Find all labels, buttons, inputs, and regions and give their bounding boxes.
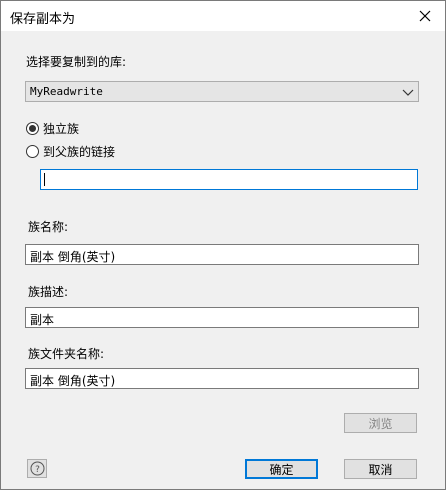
library-dropdown[interactable]: MyReadwrite — [25, 81, 419, 102]
radio-standalone-circle — [26, 122, 39, 135]
family-name-label: 族名称: — [28, 220, 69, 234]
title-bar: 保存副本为 — [1, 1, 445, 31]
library-dropdown-value: MyReadwrite — [30, 85, 103, 98]
radio-standalone-family[interactable]: 独立族 — [26, 120, 79, 137]
browse-button-label: 浏览 — [368, 416, 393, 431]
family-description-input[interactable]: 副本 — [25, 307, 419, 328]
svg-text:?: ? — [35, 465, 40, 475]
family-name-input[interactable]: 副本 倒角(英寸) — [25, 244, 419, 265]
close-button[interactable] — [405, 1, 445, 31]
radio-link-label: 到父族的链接 — [43, 145, 116, 159]
browse-button[interactable]: 浏览 — [344, 413, 417, 433]
ok-button[interactable]: 确定 — [245, 459, 318, 479]
cancel-button-label: 取消 — [368, 462, 393, 477]
family-name-value: 副本 倒角(英寸) — [30, 250, 116, 264]
family-description-value: 副本 — [30, 313, 55, 327]
library-label: 选择要复制到的库: — [26, 55, 127, 69]
family-description-label: 族描述: — [28, 285, 69, 299]
help-icon: ? — [30, 461, 44, 476]
radio-selected-dot — [29, 125, 36, 132]
cancel-button[interactable]: 取消 — [344, 459, 417, 479]
help-button[interactable]: ? — [27, 459, 47, 478]
window-title: 保存副本为 — [10, 12, 76, 27]
save-copy-dialog: 保存副本为 选择要复制到的库: MyReadwrite 独立族 到父族的链接 族… — [0, 0, 446, 490]
chevron-down-icon — [402, 89, 414, 96]
parent-link-input[interactable] — [40, 169, 418, 190]
family-folder-name-label: 族文件夹名称: — [28, 347, 105, 361]
family-folder-name-value: 副本 倒角(英寸) — [30, 374, 116, 388]
radio-link-circle — [26, 145, 39, 158]
close-icon — [419, 10, 431, 22]
family-folder-name-input[interactable]: 副本 倒角(英寸) — [25, 368, 419, 389]
radio-standalone-label: 独立族 — [43, 122, 80, 136]
radio-link-to-parent[interactable]: 到父族的链接 — [26, 143, 115, 160]
text-caret — [44, 173, 45, 186]
ok-button-label: 确定 — [269, 462, 294, 477]
